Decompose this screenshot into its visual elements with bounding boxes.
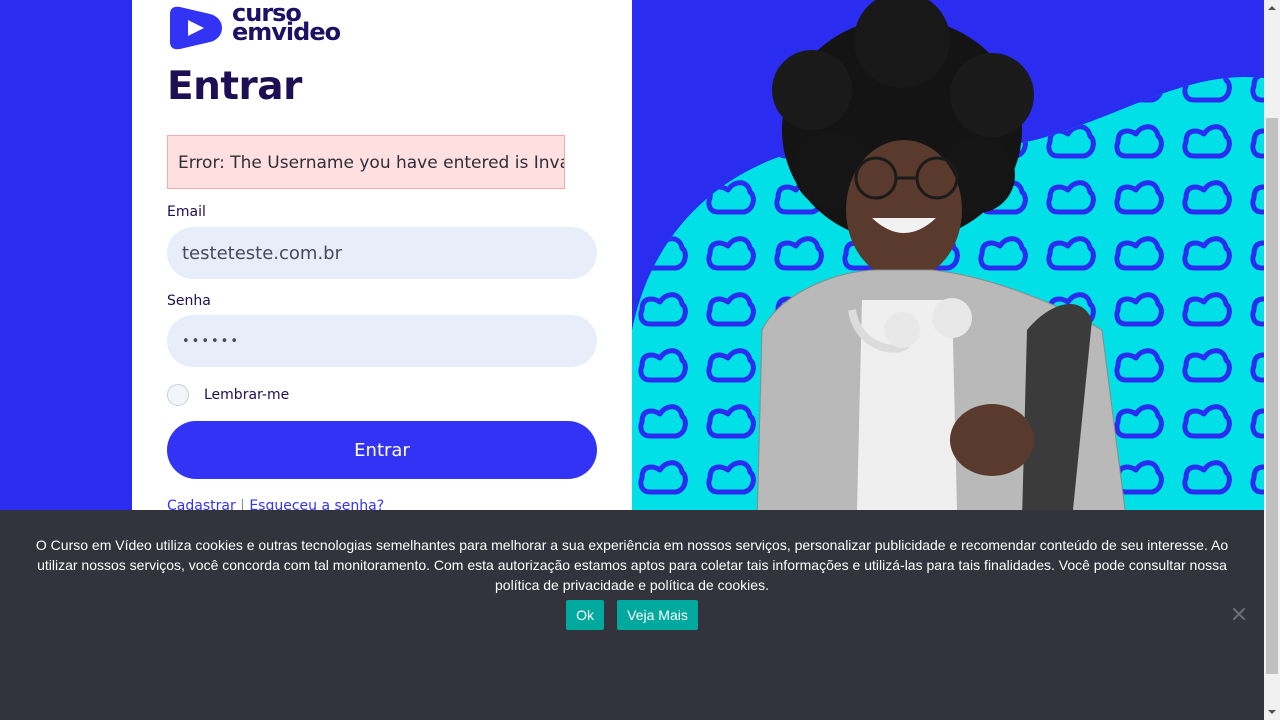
chevron-up-icon[interactable] (1264, 0, 1280, 16)
email-label: Email (167, 204, 206, 220)
scrollbar-thumb[interactable] (1266, 118, 1278, 674)
page-title: Entrar (167, 64, 302, 109)
error-message: Error: The Username you have entered is … (167, 135, 565, 189)
page: curso emvideo Entrar Error: The Username… (0, 0, 1264, 720)
brand-logo[interactable]: curso emvideo (166, 1, 366, 52)
password-field[interactable] (167, 315, 597, 367)
remember-checkbox[interactable] (167, 384, 189, 406)
brand-line2: emvideo (232, 18, 341, 46)
email-field[interactable] (167, 227, 597, 279)
cookie-text: O Curso em Vídeo utiliza cookies e outra… (35, 537, 1229, 593)
brand-wordmark: curso emvideo (232, 1, 341, 46)
remember-label: Lembrar-me (204, 387, 290, 403)
play-icon (170, 6, 222, 50)
scrollbar[interactable] (1264, 0, 1280, 720)
cookie-more-button[interactable]: Veja Mais (617, 600, 698, 630)
cookie-banner: O Curso em Vídeo utiliza cookies e outra… (0, 510, 1264, 720)
password-label: Senha (167, 293, 211, 309)
chevron-down-icon[interactable] (1264, 704, 1280, 720)
close-icon[interactable] (1231, 606, 1247, 622)
cookie-ok-button[interactable]: Ok (566, 600, 605, 630)
submit-button[interactable]: Entrar (167, 421, 597, 479)
cookie-buttons: Ok Veja Mais (0, 600, 1264, 630)
